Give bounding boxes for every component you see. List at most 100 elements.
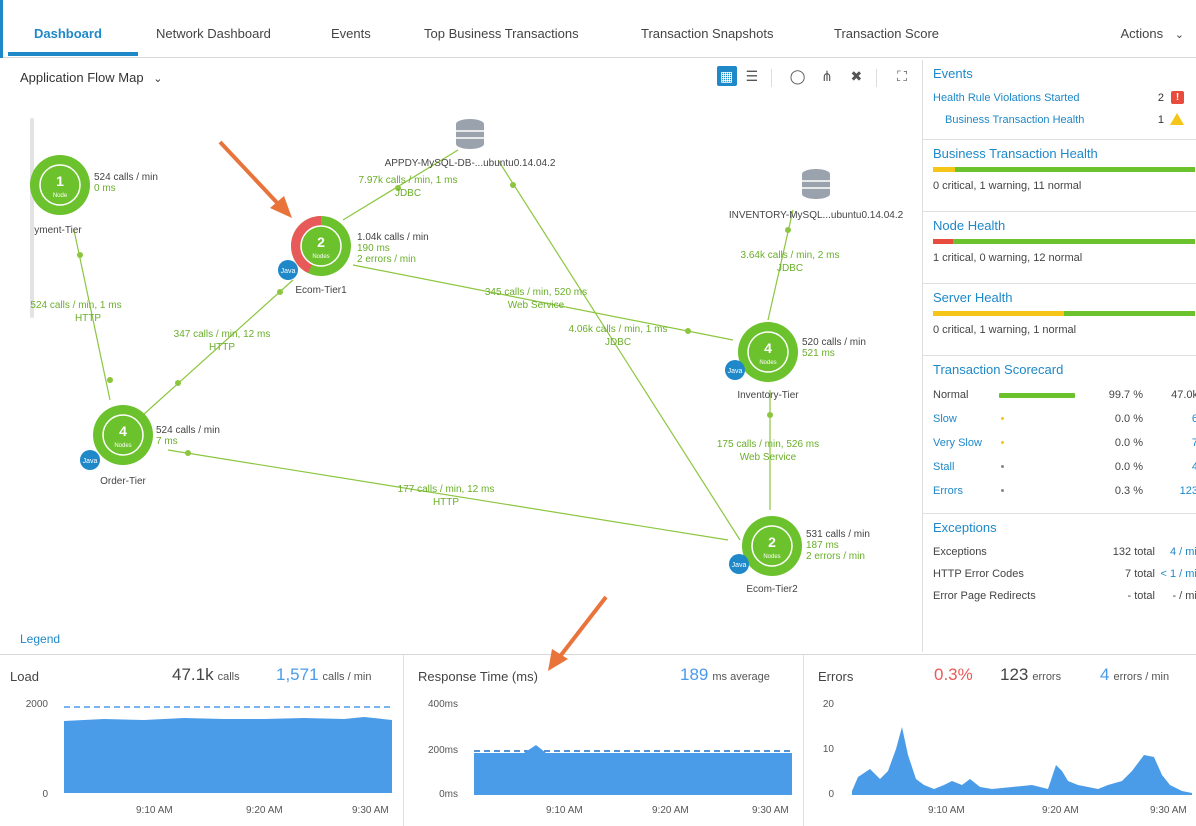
node-stat: 524 calls / min (156, 425, 220, 436)
edge-label: HTTP (75, 313, 101, 324)
response-title: Response Time (ms) (418, 669, 538, 684)
scorecard-row-stall[interactable]: Stall 0.0 % 4 (933, 455, 1196, 479)
server-health-section[interactable]: Server Health 0 critical, 1 warning, 1 n… (923, 284, 1196, 356)
flow-map-title-dropdown[interactable]: Application Flow Map ⌄ (20, 70, 162, 85)
health-bar-warning (933, 167, 955, 172)
response-time-chart (474, 745, 792, 795)
events-title: Events (933, 66, 973, 81)
collapse-icon[interactable]: ✖ (846, 66, 866, 86)
actions-menu[interactable]: Actions ⌄ (1121, 26, 1184, 41)
exception-label: Exceptions (933, 546, 987, 558)
exception-row[interactable]: Exceptions 132 total 4 / min (933, 541, 1196, 563)
tier-node-ecom-tier1[interactable]: 2 Nodes Java (278, 216, 351, 280)
tab-active-marker (0, 0, 3, 58)
response-time-chart-panel[interactable]: Response Time (ms) 189 ms average 400ms 2… (408, 595, 804, 826)
node-count: 1 (56, 173, 64, 189)
exception-row[interactable]: Error Page Redirects - total - / min (933, 585, 1196, 607)
node-health-section[interactable]: Node Health 1 critical, 0 warning, 12 no… (923, 212, 1196, 284)
actions-label: Actions (1120, 26, 1164, 41)
errors-chart (852, 727, 1192, 795)
scorecard-label: Stall (933, 461, 955, 473)
database-icon[interactable] (802, 169, 830, 199)
edge-arrow (767, 412, 773, 418)
edge-ecom2-order[interactable] (167, 449, 729, 541)
tab-dashboard[interactable]: Dashboard (34, 26, 102, 41)
scorecard-row-very-slow[interactable]: Very Slow 0.0 % 7 (933, 431, 1196, 455)
spread-layout-icon[interactable]: ⋔ (817, 66, 837, 86)
node-label: Ecom-Tier2 (746, 584, 798, 595)
event-count: 1 (1157, 114, 1164, 126)
edge-arrow (185, 450, 191, 456)
server-health-bar (933, 311, 1195, 316)
node-count: 2 (768, 534, 776, 550)
edge-label: 3.64k calls / min, 2 ms (741, 250, 840, 261)
event-row[interactable]: Health Rule Violations Started 2 ! (933, 87, 1188, 109)
exception-rate: 4 / min (1169, 546, 1196, 558)
transaction-scorecard-section: Transaction Scorecard Normal 99.7 % 47.0… (923, 356, 1196, 514)
tab-network-dashboard[interactable]: Network Dashboard (156, 26, 271, 41)
topology-view-icon[interactable]: ▦ (716, 66, 737, 86)
edge-arrow (77, 252, 83, 258)
node-count: 4 (119, 423, 127, 439)
node-stat: 521 ms (802, 348, 835, 359)
load-total-unit: calls (217, 671, 240, 683)
tab-events[interactable]: Events (331, 26, 371, 41)
database-icon[interactable] (456, 119, 484, 149)
health-bar-normal (953, 239, 1195, 244)
health-bar-normal (1064, 311, 1195, 316)
event-row[interactable]: Business Transaction Health 1 (933, 109, 1188, 131)
edge-label: JDBC (395, 188, 421, 199)
node-sub: Nodes (312, 254, 329, 260)
edge-label: JDBC (605, 337, 631, 348)
node-sub: Nodes (763, 554, 780, 560)
exception-row[interactable]: HTTP Error Codes 7 total < 1 / min (933, 563, 1196, 585)
annotation-arrow-icon (548, 595, 608, 671)
fullscreen-icon[interactable]: ⛶ (892, 66, 912, 86)
scorecard-pct: 0.0 % (1114, 437, 1143, 449)
node-label: yment-Tier (34, 225, 82, 236)
tier-node-order-tier[interactable]: 4 Nodes Java (80, 405, 153, 470)
tier-node-payment[interactable]: 1 Node (30, 155, 90, 215)
edge-label: 4.06k calls / min, 1 ms (569, 324, 668, 335)
y-tick: 2000 (25, 699, 48, 710)
load-total: 47.1k calls (172, 665, 240, 685)
x-tick: 9:30 AM (352, 805, 389, 816)
tier-node-inventory-tier[interactable]: 4 Nodes Java (725, 322, 798, 382)
application-flow-map: Application Flow Map ⌄ ▦ ☰ ◯ ⋔ ✖ ⛶ 7.97k… (8, 60, 920, 652)
error-icon: ! (1171, 91, 1184, 104)
bt-health-summary: 0 critical, 1 warning, 11 normal (933, 180, 1082, 192)
load-total-value: 47.1k (172, 665, 214, 684)
java-label: Java (83, 458, 98, 465)
bt-health-section[interactable]: Business Transaction Health 0 critical, … (923, 140, 1196, 212)
x-tick: 9:10 AM (928, 805, 965, 816)
x-tick: 9:10 AM (136, 805, 173, 816)
edge-label: 7.97k calls / min, 1 ms (359, 175, 458, 186)
scorecard-row-slow[interactable]: Slow 0.0 % 6 (933, 407, 1196, 431)
edge-ecom2-db1[interactable] (497, 159, 741, 541)
edge-arrow (785, 227, 791, 233)
load-chart-panel[interactable]: Load 47.1k calls 1,571 calls / min 2000 0 … (0, 655, 404, 826)
tab-transaction-score[interactable]: Transaction Score (834, 26, 939, 41)
event-label: Business Transaction Health (945, 114, 1085, 126)
list-view-icon[interactable]: ☰ (742, 66, 762, 86)
scorecard-row-errors[interactable]: Errors 0.3 % 123 (933, 479, 1196, 503)
errors-chart-panel[interactable]: Errors 0.3% 123 errors 4 errors / min 20 1… (808, 655, 1196, 826)
exception-label: Error Page Redirects (933, 590, 1036, 602)
tier-node-ecom-tier2[interactable]: 2 Nodes Java (729, 516, 802, 576)
scorecard-value: 47.0k (1171, 389, 1196, 401)
y-tick: 0ms (439, 789, 458, 800)
circle-layout-icon[interactable]: ◯ (788, 66, 808, 86)
errors-area (852, 727, 1192, 795)
tab-transaction-snapshots[interactable]: Transaction Snapshots (641, 26, 773, 41)
edge-label: HTTP (433, 497, 459, 508)
event-count: 2 (1157, 92, 1164, 104)
exception-total: - total (1127, 590, 1155, 602)
node-stat: 187 ms (806, 540, 839, 551)
edge-label: 524 calls / min, 1 ms (30, 300, 121, 311)
flow-map-toolbar: ▦ ☰ ◯ ⋔ ✖ ⛶ (711, 66, 912, 87)
errors-pct: 0.3% (934, 665, 973, 685)
tab-top-business-transactions[interactable]: Top Business Transactions (424, 26, 579, 41)
legend-link[interactable]: Legend (20, 632, 60, 646)
response-value: 189 (680, 665, 709, 684)
node-label: Order-Tier (100, 476, 146, 487)
